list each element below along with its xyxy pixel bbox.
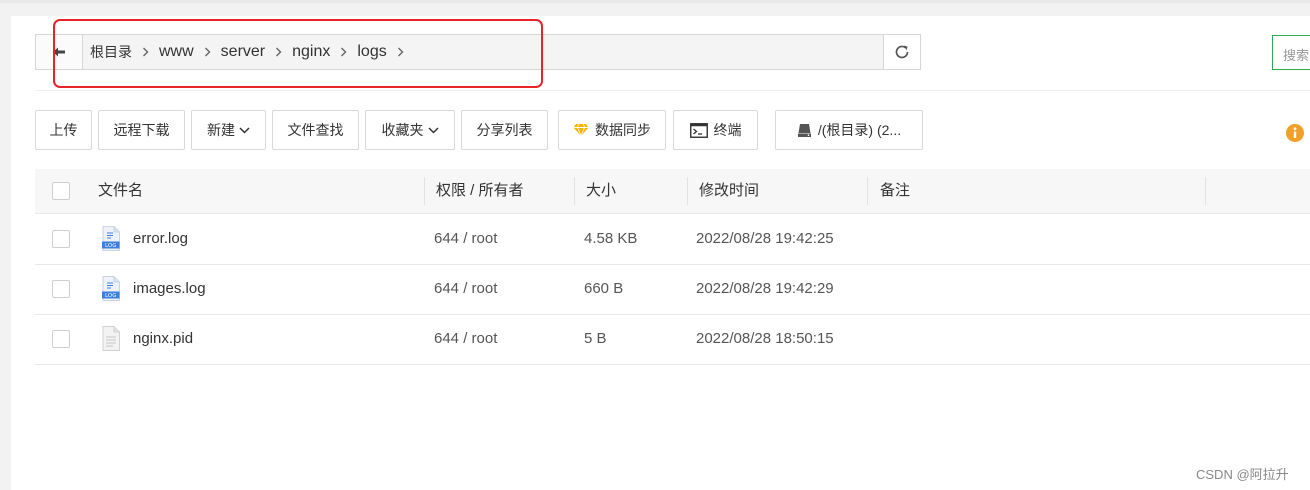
- column-header-mtime[interactable]: 修改时间: [699, 169, 759, 213]
- column-header-permission[interactable]: 权限 / 所有者: [436, 169, 524, 213]
- row-checkbox[interactable]: [52, 280, 70, 298]
- upload-button[interactable]: 上传: [35, 110, 92, 150]
- column-divider: [1205, 177, 1206, 205]
- upload-button-label: 上传: [49, 122, 78, 138]
- file-mtime: 2022/08/28 19:42:25: [696, 230, 834, 247]
- column-header-note[interactable]: 备注: [880, 169, 910, 213]
- svg-text:LOG: LOG: [105, 293, 116, 299]
- column-header-size[interactable]: 大小: [586, 169, 616, 213]
- data-sync-label: 数据同步: [595, 122, 651, 138]
- log-file-icon: LOG: [102, 276, 120, 301]
- row-checkbox[interactable]: [52, 330, 70, 348]
- divider: [35, 90, 1310, 91]
- file-name[interactable]: images.log: [133, 264, 206, 314]
- chevron-down-icon: [239, 126, 250, 134]
- favorites-label: 收藏夹: [381, 122, 424, 138]
- share-list-label: 分享列表: [476, 122, 533, 138]
- disk-button[interactable]: /(根目录) (2...: [775, 110, 923, 150]
- file-mtime: 2022/08/28 18:50:15: [696, 330, 834, 347]
- new-button[interactable]: 新建: [191, 110, 266, 150]
- remote-download-button[interactable]: 远程下载: [98, 110, 185, 150]
- terminal-label: 终端: [713, 122, 742, 138]
- row-checkbox[interactable]: [52, 230, 70, 248]
- column-header-name[interactable]: 文件名: [98, 169, 143, 213]
- chevron-down-icon: [427, 126, 439, 134]
- search-input[interactable]: 搜索: [1272, 35, 1310, 70]
- text-file-icon: [102, 326, 120, 351]
- table-row[interactable]: nginx.pid 644 / root 5 B 2022/08/28 18:5…: [35, 314, 1310, 365]
- diamond-icon: [573, 123, 589, 137]
- file-search-label: 文件查找: [287, 122, 344, 138]
- table-header: 文件名 权限 / 所有者 大小 修改时间 备注: [35, 169, 1310, 214]
- highlight-annotation: [53, 19, 543, 88]
- file-search-button[interactable]: 文件查找: [272, 110, 359, 150]
- file-permission[interactable]: 644 / root: [434, 214, 497, 264]
- terminal-icon: [689, 122, 708, 138]
- refresh-icon: [895, 45, 909, 59]
- column-divider: [574, 177, 575, 205]
- file-size: 4.58 KB: [584, 230, 638, 247]
- refresh-button[interactable]: [883, 35, 920, 69]
- svg-text:LOG: LOG: [105, 243, 116, 249]
- column-divider: [424, 177, 425, 205]
- select-all-checkbox[interactable]: [52, 182, 70, 200]
- file-manager-panel: 根目录 www server nginx logs 搜索 上传 远程下载 新建: [11, 16, 1310, 490]
- watermark: CSDN @阿拉升: [1196, 467, 1289, 482]
- table-row[interactable]: LOG images.log 644 / root 660 B 2022/08/…: [35, 264, 1310, 315]
- share-list-button[interactable]: 分享列表: [461, 110, 548, 150]
- file-name[interactable]: nginx.pid: [133, 314, 193, 364]
- file-size: 5 B: [584, 330, 607, 347]
- log-file-icon: LOG: [102, 226, 120, 251]
- new-button-label: 新建: [207, 122, 235, 138]
- disk-label: /(根目录) (2...: [817, 122, 902, 138]
- remote-download-label: 远程下载: [113, 122, 170, 138]
- table-row[interactable]: LOG error.log 644 / root 4.58 KB 2022/08…: [35, 214, 1310, 265]
- file-size: 660 B: [584, 280, 624, 297]
- info-icon[interactable]: [1285, 123, 1305, 143]
- file-mtime: 2022/08/28 19:42:29: [696, 280, 834, 297]
- file-permission[interactable]: 644 / root: [434, 264, 497, 314]
- data-sync-button[interactable]: 数据同步: [558, 110, 666, 150]
- column-divider: [867, 177, 868, 205]
- favorites-button[interactable]: 收藏夹: [365, 110, 455, 150]
- file-permission[interactable]: 644 / root: [434, 314, 497, 364]
- file-name[interactable]: error.log: [133, 214, 188, 264]
- top-border: [0, 0, 1310, 3]
- disk-icon: [797, 123, 812, 138]
- terminal-button[interactable]: 终端: [673, 110, 758, 150]
- column-divider: [687, 177, 688, 205]
